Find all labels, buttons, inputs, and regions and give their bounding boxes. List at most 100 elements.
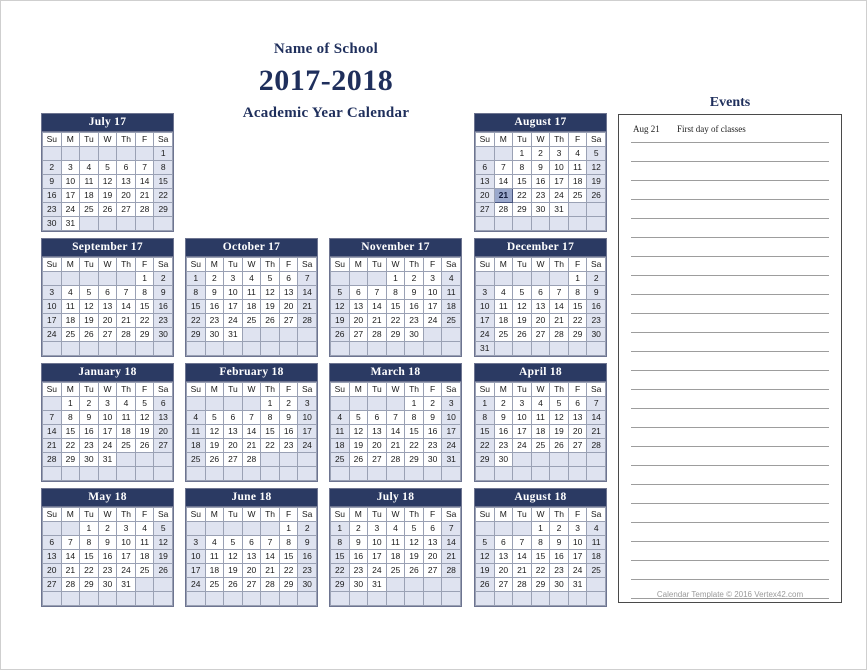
day-cell[interactable]: 21 [134, 188, 155, 203]
day-cell[interactable]: 14 [493, 174, 514, 189]
day-cell[interactable]: 20 [493, 563, 514, 578]
day-cell[interactable]: 22 [186, 313, 206, 328]
day-cell[interactable]: 19 [204, 438, 225, 453]
day-cell[interactable]: 15 [404, 424, 424, 439]
day-cell[interactable]: 28 [367, 327, 387, 342]
day-cell[interactable]: 24 [223, 313, 243, 328]
day-cell[interactable]: 28 [297, 313, 317, 328]
event-row-empty[interactable] [631, 466, 829, 485]
day-cell[interactable]: 18 [493, 313, 514, 328]
day-cell[interactable]: 25 [134, 563, 155, 578]
day-cell[interactable]: 25 [186, 452, 206, 467]
day-cell[interactable]: 8 [134, 285, 155, 300]
day-cell[interactable]: 23 [348, 563, 369, 578]
day-cell[interactable]: 30 [79, 452, 99, 467]
day-cell[interactable]: 13 [278, 285, 299, 300]
day-cell[interactable]: 10 [549, 160, 569, 175]
day-cell[interactable]: 14 [586, 410, 606, 425]
day-cell[interactable]: 15 [153, 174, 173, 189]
day-cell[interactable]: 1 [530, 521, 551, 536]
day-cell[interactable]: 2 [493, 396, 514, 411]
day-cell[interactable]: 26 [348, 452, 369, 467]
day-cell[interactable]: 24 [422, 313, 443, 328]
day-cell[interactable]: 8 [530, 535, 551, 550]
day-cell[interactable]: 6 [116, 160, 136, 175]
day-cell[interactable]: 25 [493, 327, 514, 342]
day-cell[interactable]: 19 [79, 313, 99, 328]
day-cell[interactable]: 8 [260, 410, 280, 425]
day-cell[interactable]: 26 [404, 563, 424, 578]
day-cell[interactable]: 27 [367, 452, 387, 467]
day-cell[interactable]: 27 [475, 202, 495, 217]
event-row-empty[interactable] [631, 561, 829, 580]
day-cell[interactable]: 5 [79, 285, 99, 300]
day-cell[interactable]: 28 [441, 563, 461, 578]
day-cell[interactable]: 10 [223, 285, 243, 300]
day-cell[interactable]: 30 [153, 327, 173, 342]
day-cell[interactable]: 18 [186, 438, 206, 453]
day-cell[interactable]: 16 [79, 424, 99, 439]
day-cell[interactable]: 27 [278, 313, 299, 328]
day-cell[interactable]: 21 [116, 313, 136, 328]
day-cell[interactable]: 7 [241, 410, 262, 425]
day-cell[interactable]: 14 [42, 424, 62, 439]
day-cell[interactable]: 11 [60, 299, 81, 314]
day-cell[interactable]: 19 [404, 549, 424, 564]
day-cell[interactable]: 1 [79, 521, 99, 536]
day-cell[interactable]: 22 [79, 563, 99, 578]
day-cell[interactable]: 17 [116, 549, 136, 564]
day-cell[interactable]: 4 [586, 521, 606, 536]
day-cell[interactable]: 20 [97, 313, 118, 328]
day-cell[interactable]: 24 [297, 438, 317, 453]
day-cell[interactable]: 23 [549, 563, 569, 578]
day-cell[interactable]: 12 [97, 174, 118, 189]
day-cell[interactable]: 1 [512, 146, 532, 161]
day-cell[interactable]: 5 [475, 535, 495, 550]
day-cell[interactable]: 11 [493, 299, 514, 314]
day-cell[interactable]: 22 [404, 438, 424, 453]
day-cell[interactable]: 8 [475, 410, 495, 425]
day-cell[interactable]: 8 [79, 535, 99, 550]
day-cell[interactable]: 23 [493, 438, 514, 453]
event-row-empty[interactable] [631, 295, 829, 314]
event-row-empty[interactable] [631, 143, 829, 162]
day-cell[interactable]: 2 [97, 521, 118, 536]
day-cell[interactable]: 13 [422, 535, 443, 550]
day-cell[interactable]: 1 [567, 271, 588, 286]
day-cell[interactable]: 12 [223, 549, 243, 564]
day-cell-highlighted[interactable]: 21 [493, 188, 514, 203]
day-cell[interactable]: 4 [204, 535, 225, 550]
day-cell[interactable]: 20 [367, 438, 387, 453]
day-cell[interactable]: 9 [586, 285, 606, 300]
day-cell[interactable]: 15 [134, 299, 155, 314]
event-row-empty[interactable] [631, 238, 829, 257]
day-cell[interactable]: 6 [493, 535, 514, 550]
day-cell[interactable]: 28 [60, 577, 81, 592]
day-cell[interactable]: 6 [367, 410, 387, 425]
day-cell[interactable]: 26 [134, 438, 155, 453]
day-cell[interactable]: 16 [422, 424, 443, 439]
day-cell[interactable]: 20 [475, 188, 495, 203]
day-cell[interactable]: 6 [530, 285, 551, 300]
day-cell[interactable]: 13 [153, 410, 173, 425]
day-cell[interactable]: 6 [241, 535, 262, 550]
day-cell[interactable]: 3 [441, 396, 461, 411]
day-cell[interactable]: 23 [297, 563, 317, 578]
day-cell[interactable]: 27 [567, 438, 588, 453]
day-cell[interactable]: 4 [493, 285, 514, 300]
day-cell[interactable]: 30 [493, 452, 514, 467]
day-cell[interactable]: 31 [367, 577, 387, 592]
day-cell[interactable]: 9 [422, 410, 443, 425]
day-cell[interactable]: 29 [134, 327, 155, 342]
day-cell[interactable]: 19 [260, 299, 280, 314]
event-row-empty[interactable] [631, 276, 829, 295]
day-cell[interactable]: 11 [530, 410, 551, 425]
day-cell[interactable]: 4 [116, 396, 136, 411]
day-cell[interactable]: 2 [204, 271, 225, 286]
day-cell[interactable]: 23 [278, 438, 299, 453]
day-cell[interactable]: 25 [385, 563, 406, 578]
day-cell[interactable]: 24 [475, 327, 495, 342]
day-cell[interactable]: 17 [422, 299, 443, 314]
day-cell[interactable]: 13 [475, 174, 495, 189]
day-cell[interactable]: 8 [278, 535, 299, 550]
